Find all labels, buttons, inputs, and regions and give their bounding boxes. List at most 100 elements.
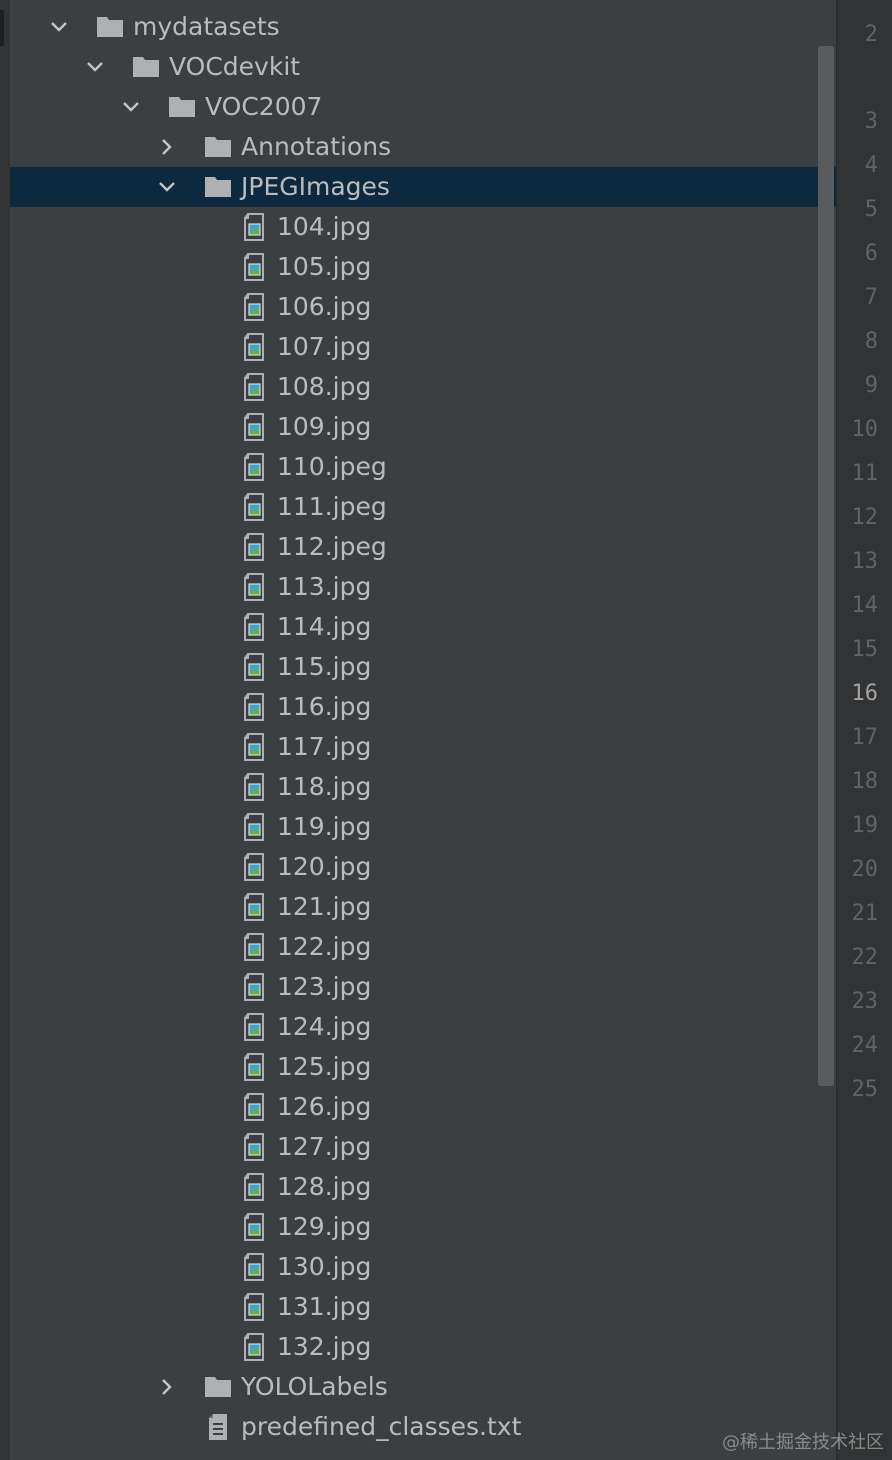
chevron-down-icon[interactable] xyxy=(48,16,70,38)
tree-item-115-jpg[interactable]: 115.jpg xyxy=(0,647,836,687)
tree-item-121-jpg[interactable]: 121.jpg xyxy=(0,887,836,927)
tree-item-112-jpeg[interactable]: 112.jpeg xyxy=(0,527,836,567)
line-number: 14 xyxy=(851,593,879,618)
chevron-down-icon[interactable] xyxy=(156,176,178,198)
line-number: 13 xyxy=(851,549,879,574)
tree-item-label: 125.jpg xyxy=(277,1052,372,1081)
tree-item-129-jpg[interactable]: 129.jpg xyxy=(0,1207,836,1247)
tree-item-109-jpg[interactable]: 109.jpg xyxy=(0,407,836,447)
tree-item-110-jpeg[interactable]: 110.jpeg xyxy=(0,447,836,487)
tree-item-mydatasets[interactable]: mydatasets xyxy=(0,7,836,47)
tree-item-126-jpg[interactable]: 126.jpg xyxy=(0,1087,836,1127)
tree-item-113-jpg[interactable]: 113.jpg xyxy=(0,567,836,607)
line-number: 3 xyxy=(864,109,878,134)
tree-item-label: 119.jpg xyxy=(277,812,372,841)
chevron-down-icon[interactable] xyxy=(84,56,106,78)
tree-item-label: YOLOLabels xyxy=(241,1372,388,1401)
tree-item-label: 106.jpg xyxy=(277,292,372,321)
chevron-down-icon[interactable] xyxy=(120,96,142,118)
tree-item-117-jpg[interactable]: 117.jpg xyxy=(0,727,836,767)
image-file-icon xyxy=(240,933,268,961)
tree-item-label: 107.jpg xyxy=(277,332,372,361)
tree-item-105-jpg[interactable]: 105.jpg xyxy=(0,247,836,287)
image-file-icon xyxy=(240,973,268,1001)
line-number: 6 xyxy=(864,241,878,266)
tree-item-label: 110.jpeg xyxy=(277,452,387,481)
folder-icon xyxy=(96,14,124,40)
image-file-icon xyxy=(240,653,268,681)
image-file-icon xyxy=(240,413,268,441)
line-number: 23 xyxy=(851,989,879,1014)
image-file-icon xyxy=(240,373,268,401)
image-file-icon xyxy=(240,893,268,921)
tree-item-131-jpg[interactable]: 131.jpg xyxy=(0,1287,836,1327)
tree-item-label: 116.jpg xyxy=(277,692,372,721)
line-number: 24 xyxy=(851,1033,879,1058)
tree-item-125-jpg[interactable]: 125.jpg xyxy=(0,1047,836,1087)
image-file-icon xyxy=(240,1213,268,1241)
image-file-icon xyxy=(240,693,268,721)
image-file-icon xyxy=(240,533,268,561)
image-file-icon xyxy=(240,453,268,481)
line-number: 15 xyxy=(851,637,879,662)
line-number: 20 xyxy=(851,857,879,882)
tree-item-132-jpg[interactable]: 132.jpg xyxy=(0,1327,836,1367)
tree-item-124-jpg[interactable]: 124.jpg xyxy=(0,1007,836,1047)
line-number: 7 xyxy=(864,285,878,310)
tree-item-116-jpg[interactable]: 116.jpg xyxy=(0,687,836,727)
tree-item-108-jpg[interactable]: 108.jpg xyxy=(0,367,836,407)
tree-item-label: 122.jpg xyxy=(277,932,372,961)
line-number: 4 xyxy=(864,153,878,178)
tree-item-label: JPEGImages xyxy=(241,172,390,201)
tree-item-107-jpg[interactable]: 107.jpg xyxy=(0,327,836,367)
line-number: 8 xyxy=(864,329,878,354)
image-file-icon xyxy=(240,1093,268,1121)
chevron-right-icon[interactable] xyxy=(156,1376,178,1398)
tree-item-label: 128.jpg xyxy=(277,1172,372,1201)
tree-item-label: predefined_classes.txt xyxy=(241,1412,522,1441)
tree-item-128-jpg[interactable]: 128.jpg xyxy=(0,1167,836,1207)
tree-item-label: 127.jpg xyxy=(277,1132,372,1161)
image-file-icon xyxy=(240,1013,268,1041)
tree-item-119-jpg[interactable]: 119.jpg xyxy=(0,807,836,847)
tree-item-label: 108.jpg xyxy=(277,372,372,401)
line-number: 21 xyxy=(851,901,879,926)
folder-icon xyxy=(168,94,196,120)
tree-item-label: 129.jpg xyxy=(277,1212,372,1241)
tree-item-120-jpg[interactable]: 120.jpg xyxy=(0,847,836,887)
tree-item-label: 113.jpg xyxy=(277,572,372,601)
tree-item-118-jpg[interactable]: 118.jpg xyxy=(0,767,836,807)
tree-item-122-jpg[interactable]: 122.jpg xyxy=(0,927,836,967)
tree-item-jpegimages[interactable]: JPEGImages xyxy=(10,167,836,207)
tree-item-label: 118.jpg xyxy=(277,772,372,801)
tree-item-label: 111.jpeg xyxy=(277,492,387,521)
tree-item-yololabels[interactable]: YOLOLabels xyxy=(0,1367,836,1407)
tree-item-123-jpg[interactable]: 123.jpg xyxy=(0,967,836,1007)
tree-item-104-jpg[interactable]: 104.jpg xyxy=(0,207,836,247)
tree-item-label: 115.jpg xyxy=(277,652,372,681)
tree-item-annotations[interactable]: Annotations xyxy=(0,127,836,167)
image-file-icon xyxy=(240,573,268,601)
tree-item-106-jpg[interactable]: 106.jpg xyxy=(0,287,836,327)
tree-item-label: 132.jpg xyxy=(277,1332,372,1361)
line-number: 5 xyxy=(864,197,878,222)
tree-item-vocdevkit[interactable]: VOCdevkit xyxy=(0,47,836,87)
image-file-icon xyxy=(240,253,268,281)
tree-item-111-jpeg[interactable]: 111.jpeg xyxy=(0,487,836,527)
tree-item-predefined-classes-txt[interactable]: predefined_classes.txt xyxy=(0,1407,836,1447)
image-file-icon xyxy=(240,1173,268,1201)
tree-item-label: VOC2007 xyxy=(205,92,323,121)
tree-item-voc2007[interactable]: VOC2007 xyxy=(0,87,836,127)
line-number: 19 xyxy=(851,813,879,838)
tree-item-114-jpg[interactable]: 114.jpg xyxy=(0,607,836,647)
tree-item-label: 126.jpg xyxy=(277,1092,372,1121)
tree-item-label: 105.jpg xyxy=(277,252,372,281)
image-file-icon xyxy=(240,1293,268,1321)
tree-item-130-jpg[interactable]: 130.jpg xyxy=(0,1247,836,1287)
tree-item-label: 120.jpg xyxy=(277,852,372,881)
tree-item-label: 123.jpg xyxy=(277,972,372,1001)
tree-item-127-jpg[interactable]: 127.jpg xyxy=(0,1127,836,1167)
line-number: 2 xyxy=(864,22,878,47)
image-file-icon xyxy=(240,1133,268,1161)
chevron-right-icon[interactable] xyxy=(156,136,178,158)
